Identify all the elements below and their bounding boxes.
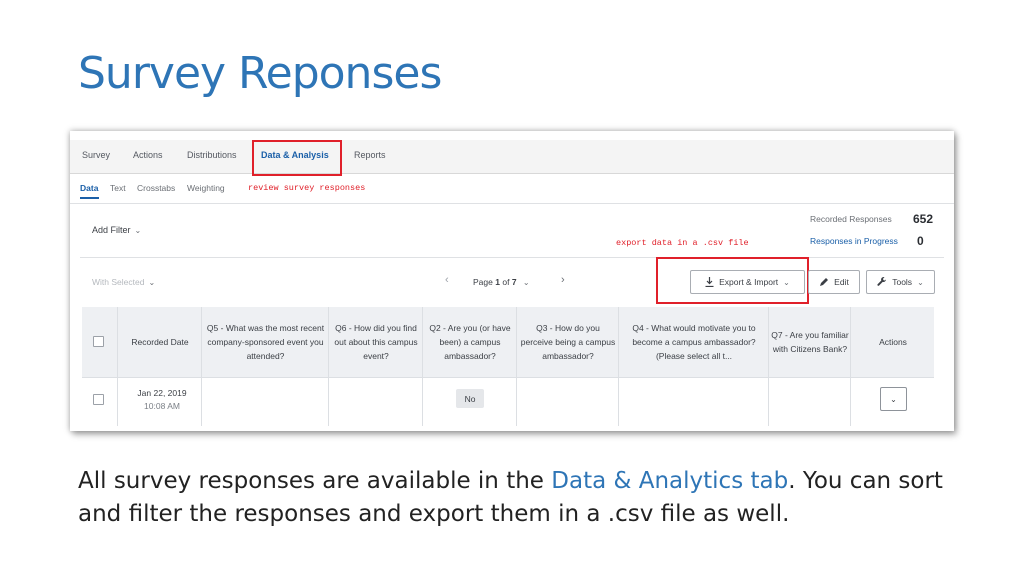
with-selected-label: With Selected xyxy=(92,277,145,287)
annotation-export: export data in a .csv file xyxy=(616,238,749,248)
responses-in-progress-value: 0 xyxy=(917,234,924,248)
subtab-weighting[interactable]: Weighting xyxy=(187,183,225,193)
row-q2-answer: No xyxy=(456,389,484,408)
responses-table: Recorded Date Q5 - What was the most rec… xyxy=(82,307,934,431)
subtab-data[interactable]: Data xyxy=(80,183,98,193)
chevron-down-icon: ⌄ xyxy=(890,394,897,404)
annotation-review: review survey responses xyxy=(248,183,366,193)
active-subtab-underline xyxy=(80,197,99,199)
add-filter-button[interactable]: Add Filter ⌄ xyxy=(92,225,141,235)
page-current: 1 xyxy=(495,277,500,287)
column-header-q5[interactable]: Q5 - What was the most recent company-sp… xyxy=(204,307,327,377)
subtab-crosstabs[interactable]: Crosstabs xyxy=(137,183,175,193)
chevron-left-icon: ‹ xyxy=(445,274,449,286)
recorded-responses-label: Recorded Responses xyxy=(810,214,892,224)
edit-button[interactable]: Edit xyxy=(808,270,860,294)
column-header-q6[interactable]: Q6 - How did you find out about this cam… xyxy=(331,307,421,377)
nav-tab-survey[interactable]: Survey xyxy=(82,150,110,160)
row-time: 10:08 AM xyxy=(144,401,180,411)
chevron-down-icon: ⌄ xyxy=(148,278,156,287)
nav-tab-distributions[interactable]: Distributions xyxy=(187,150,237,160)
column-header-q4[interactable]: Q4 - What would motivate you to become a… xyxy=(621,307,767,377)
nav-tab-actions[interactable]: Actions xyxy=(133,150,163,160)
column-header-q3[interactable]: Q3 - How do you perceive being a campus … xyxy=(519,307,617,377)
top-navigation: Survey Actions Distributions Data & Anal… xyxy=(70,140,954,176)
slide-title: Survey Reponses xyxy=(78,48,442,99)
highlight-box-export xyxy=(656,257,809,304)
next-page-button[interactable]: › xyxy=(561,274,565,286)
column-header-recorded-date[interactable]: Recorded Date xyxy=(120,307,200,377)
column-header-actions: Actions xyxy=(879,337,907,347)
page-indicator[interactable]: Page 1 of 7 ⌄ xyxy=(473,277,530,287)
chevron-down-icon: ⌄ xyxy=(917,277,924,287)
wrench-icon xyxy=(877,277,887,286)
with-selected-dropdown[interactable]: With Selected ⌄ xyxy=(92,277,155,287)
divider xyxy=(70,203,954,204)
previous-page-button[interactable]: ‹ xyxy=(445,274,449,286)
page-total: 7 xyxy=(511,277,517,287)
caption-link-data-analytics[interactable]: Data & Analytics tab xyxy=(551,468,788,494)
slide-caption: All survey responses are available in th… xyxy=(78,465,958,531)
page-of: of xyxy=(502,277,510,287)
add-filter-label: Add Filter xyxy=(92,225,131,235)
highlight-box-data-analysis xyxy=(252,140,342,176)
edit-label: Edit xyxy=(834,277,849,287)
nav-tab-reports[interactable]: Reports xyxy=(354,150,386,160)
column-header-q2[interactable]: Q2 - Are you (or have been) a campus amb… xyxy=(425,307,515,377)
page-label: Page xyxy=(473,277,493,287)
chevron-right-icon: › xyxy=(561,274,565,286)
recorded-responses-value: 652 xyxy=(913,212,934,226)
tools-label: Tools xyxy=(892,277,913,287)
divider xyxy=(80,257,944,258)
column-header-q7[interactable]: Q7 - Are you familiar with Citizens Bank… xyxy=(771,307,849,377)
row-date: Jan 22, 2019 xyxy=(137,388,187,398)
caption-text-start: All survey responses are available in th… xyxy=(78,468,552,494)
chevron-down-icon: ⌄ xyxy=(134,226,142,235)
pencil-icon xyxy=(820,278,829,286)
responses-in-progress-link[interactable]: Responses in Progress xyxy=(810,236,898,246)
select-all-checkbox[interactable] xyxy=(93,336,104,347)
row-checkbox[interactable] xyxy=(93,394,104,405)
app-screenshot: Survey Actions Distributions Data & Anal… xyxy=(70,131,954,431)
column-divider xyxy=(82,307,118,426)
row-separator xyxy=(82,377,934,378)
row-actions-button[interactable]: ⌄ xyxy=(880,387,907,411)
chevron-down-icon: ⌄ xyxy=(522,278,530,287)
tools-button[interactable]: Tools ⌄ xyxy=(866,270,935,294)
subtab-text[interactable]: Text xyxy=(110,183,126,193)
